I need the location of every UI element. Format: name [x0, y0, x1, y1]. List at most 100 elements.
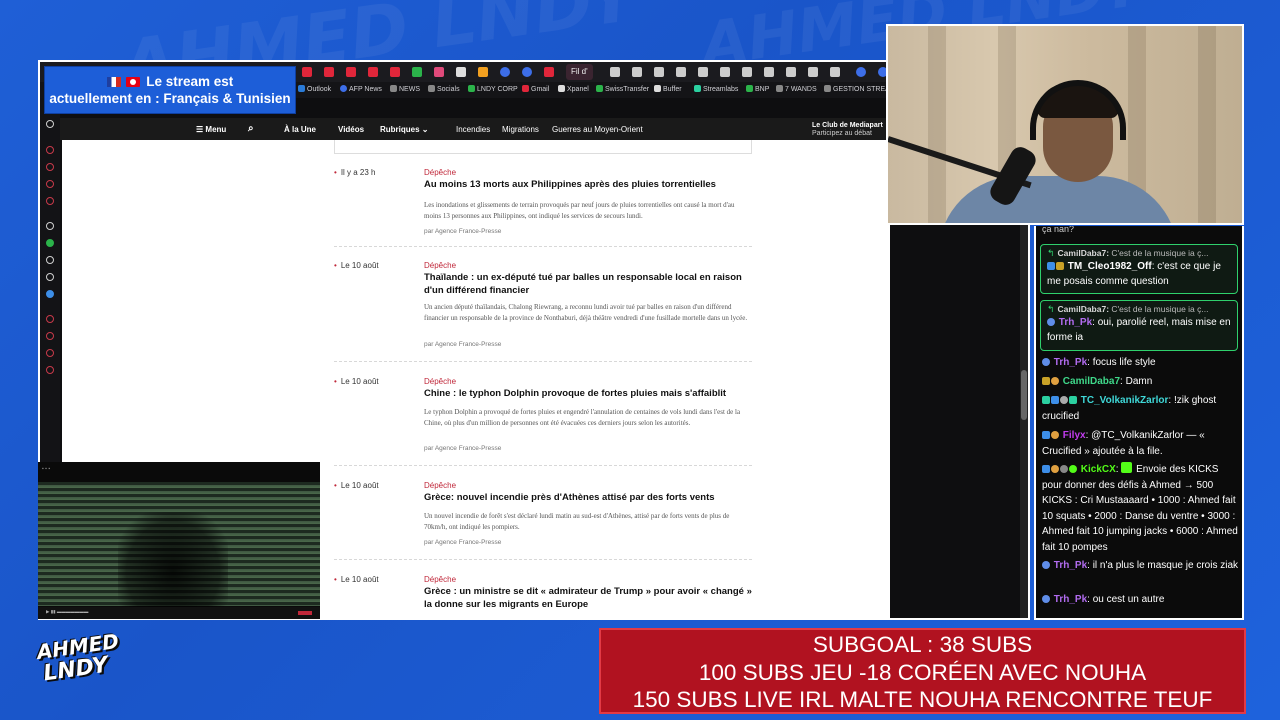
tab-icon[interactable] [412, 67, 422, 77]
clock-icon[interactable] [46, 315, 54, 323]
topic-guerres[interactable]: Guerres au Moyen-Orient [552, 125, 643, 134]
tab-icon[interactable] [390, 67, 400, 77]
bookmark-afp-news[interactable]: AFP News [340, 85, 382, 93]
bookmark-gmail[interactable]: Gmail [522, 85, 549, 93]
france-flag-icon [106, 77, 121, 87]
chat-username[interactable]: Trh_Pk [1054, 560, 1087, 571]
reply-body: Trh_Pk: oui, parolié reel, mais mise en … [1047, 317, 1231, 343]
article-title[interactable]: Grèce: nouvel incendie près d'Athènes at… [424, 492, 752, 505]
club-mediapart-link[interactable]: Le Club de Mediapart Participez au débat [812, 122, 883, 138]
tab-icon[interactable] [786, 67, 796, 77]
bookmark-buffer[interactable]: Buffer [654, 85, 682, 93]
tab-icon[interactable] [346, 67, 356, 77]
chat-partial-message: ça nan? [1042, 226, 1075, 234]
tab-icon[interactable] [764, 67, 774, 77]
video-overlay[interactable]: ▪ ▪ ▪ ▶ ▮▮ ▬▬▬▬▬▬▬ [38, 462, 320, 619]
chat-username[interactable]: Trh_Pk [1059, 317, 1092, 328]
article-category: Dépêche [424, 575, 457, 584]
search-icon[interactable]: ⌕ [248, 123, 254, 134]
bookmark-xpanel[interactable]: Xpanel [558, 85, 589, 93]
badge-icon [1056, 262, 1064, 270]
reply-arrow-icon: ↰ [1047, 248, 1055, 258]
mail-icon[interactable] [46, 120, 54, 128]
tab-icon[interactable] [742, 67, 752, 77]
tab-icon[interactable] [478, 67, 488, 77]
article-separator [334, 465, 752, 466]
nav-a-la-une[interactable]: À la Une [284, 125, 316, 134]
tab-icon[interactable] [654, 67, 664, 77]
tab-icon[interactable] [698, 67, 708, 77]
chatgpt-icon[interactable] [46, 222, 54, 230]
notes-icon[interactable] [46, 180, 54, 188]
tab-icon[interactable] [676, 67, 686, 77]
x-icon[interactable] [46, 273, 54, 281]
tab-icon[interactable] [302, 67, 312, 77]
tab-icon[interactable] [720, 67, 730, 77]
downloads-icon[interactable] [46, 163, 54, 171]
bookmark-7-wands[interactable]: 7 WANDS [776, 85, 817, 93]
bookmark-bnp[interactable]: BNP [746, 85, 769, 93]
reader-icon[interactable] [46, 197, 54, 205]
article-category: Dépêche [424, 481, 457, 490]
bookmark-gestion-stream[interactable]: GESTION STREAM [824, 85, 896, 93]
menu-button[interactable]: ☰ Menu [196, 125, 226, 134]
chat-username[interactable]: Filyx [1063, 430, 1086, 441]
chat-text: Envoie des KICKS pour donner des défis à… [1042, 464, 1238, 553]
subgoal-line-3: 150 SUBS LIVE IRL MALTE NOUHA RENCONTRE … [632, 687, 1213, 712]
subgoal-line-1: SUBGOAL : 38 SUBS [812, 632, 1033, 657]
badge-icon [1051, 377, 1059, 385]
badge-icon [1051, 465, 1059, 473]
bookmark-socials[interactable]: Socials [428, 85, 460, 93]
discord-icon[interactable] [46, 256, 54, 264]
article-title[interactable]: Thaïlande : un ex-député tué par balles … [424, 272, 752, 297]
tab-icon[interactable] [808, 67, 818, 77]
chat-panel: ça nan? ↰ CamilDaba7: C'est de la musique… [1034, 226, 1244, 620]
chat-username[interactable]: CamilDaba7 [1063, 376, 1120, 387]
tab-icon[interactable] [610, 67, 620, 77]
bookmark-outlook[interactable]: Outlook [298, 85, 331, 93]
tab-icon[interactable] [632, 67, 642, 77]
subgoal-banner: SUBGOAL : 38 SUBS 100 SUBS JEU -18 CORÉE… [599, 628, 1246, 714]
article-title[interactable]: Grèce : un ministre se dit « admirateur … [424, 586, 752, 611]
tab-icon[interactable] [324, 67, 334, 77]
tab-icon[interactable] [434, 67, 444, 77]
bookmark-news[interactable]: NEWS [390, 85, 420, 93]
nav-videos[interactable]: Vidéos [338, 125, 364, 134]
site-navigation: ☰ Menu ⌕ À la Une Vidéos Rubriques ⌄ Inc… [60, 118, 890, 140]
tab-icon[interactable] [856, 67, 866, 77]
tab-icon[interactable] [456, 67, 466, 77]
telegram-icon[interactable] [46, 290, 54, 298]
badge-icon [1042, 358, 1050, 366]
chat-username[interactable]: Trh_Pk [1054, 594, 1087, 605]
chat-username[interactable]: Trh_Pk [1054, 357, 1087, 368]
video-red-button[interactable] [298, 611, 312, 615]
article-title[interactable]: Au moins 13 morts aux Philippines après … [424, 179, 752, 192]
article-byline: par Agence France-Presse [424, 445, 502, 452]
tab-icon[interactable] [830, 67, 840, 77]
topic-incendies[interactable]: Incendies [456, 125, 490, 134]
article-category: Dépêche [424, 168, 457, 177]
article-title[interactable]: Chine : le typhon Dolphin provoque de fo… [424, 388, 752, 401]
history-icon[interactable] [46, 146, 54, 154]
badge-icon [1042, 377, 1050, 385]
tab-icon[interactable] [500, 67, 510, 77]
tab-icon[interactable] [522, 67, 532, 77]
chat-username[interactable]: TM_Cleo1982_Off [1068, 261, 1152, 272]
badge-icon [1069, 465, 1077, 473]
nav-rubriques[interactable]: Rubriques ⌄ [380, 125, 429, 134]
scrollbar-thumb[interactable] [1021, 370, 1027, 420]
chat-username[interactable]: KickCX [1081, 464, 1116, 475]
topic-migrations[interactable]: Migrations [502, 125, 539, 134]
bookmark-swisstransfer[interactable]: SwissTransfer [596, 85, 649, 93]
settings-icon[interactable] [46, 366, 54, 374]
whatsapp-icon[interactable] [46, 239, 54, 247]
bookmark-lndy-corp[interactable]: LNDY CORP [468, 85, 518, 93]
bookmark-streamlabs[interactable]: Streamlabs [694, 85, 738, 93]
tab-icon[interactable] [544, 67, 554, 77]
tab-icon[interactable] [368, 67, 378, 77]
video-controls[interactable]: ▶ ▮▮ ▬▬▬▬▬▬▬ [38, 607, 320, 619]
bell-icon[interactable] [46, 332, 54, 340]
tab-active[interactable]: Fil d' [566, 64, 593, 80]
extensions-icon[interactable] [46, 349, 54, 357]
chat-username[interactable]: TC_VolkanikZarlor [1081, 395, 1169, 406]
